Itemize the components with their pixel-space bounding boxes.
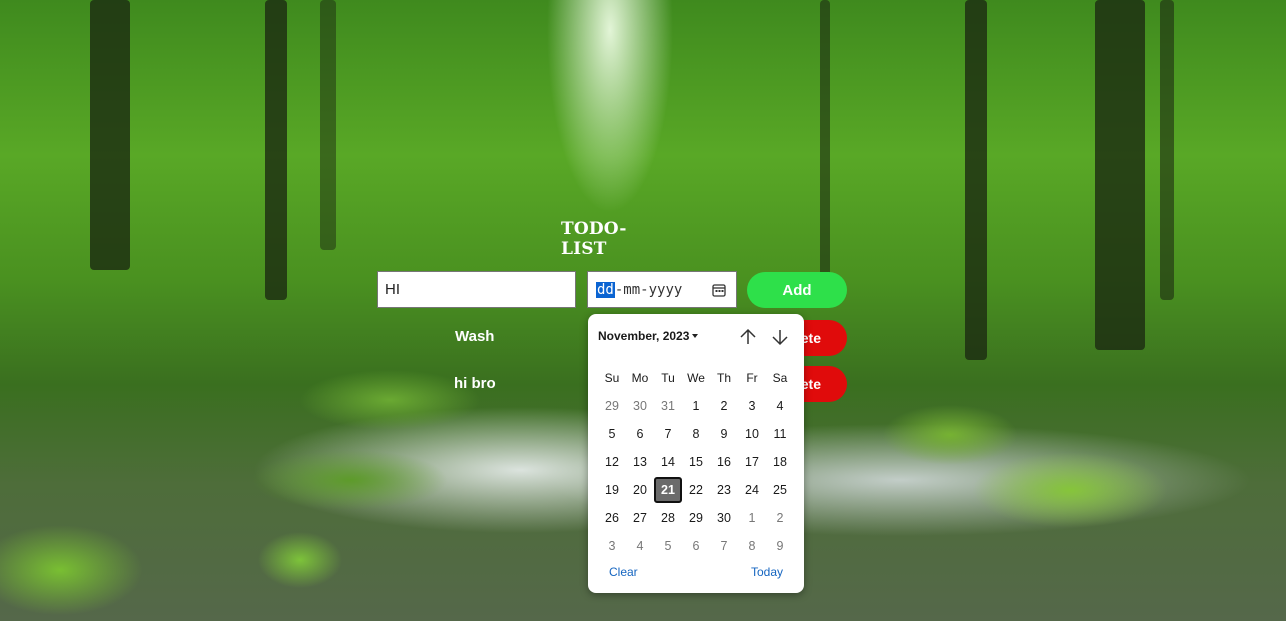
calendar-day[interactable]: 26: [598, 506, 626, 530]
calendar-day[interactable]: 5: [654, 534, 682, 558]
calendar-day[interactable]: 7: [710, 534, 738, 558]
calendar-day[interactable]: 17: [738, 450, 766, 474]
calendar-week-row: 19 20 21 22 23 24 25: [598, 476, 794, 504]
calendar-day-today[interactable]: 21: [654, 477, 682, 503]
calendar-day[interactable]: 30: [626, 394, 654, 418]
weekday-label: Tu: [661, 371, 675, 385]
arrow-down-icon[interactable]: [770, 327, 790, 347]
calendar-day[interactable]: 29: [682, 506, 710, 530]
calendar-grid: Su Mo Tu We Th Fr Sa 29 30 31 1 2 3 4 5 …: [598, 364, 794, 560]
calendar-day[interactable]: 1: [738, 506, 766, 530]
calendar-day[interactable]: 7: [654, 422, 682, 446]
calendar-day[interactable]: 27: [626, 506, 654, 530]
calendar-day[interactable]: 22: [682, 478, 710, 502]
calendar-day[interactable]: 9: [766, 534, 794, 558]
calendar-day[interactable]: 4: [766, 394, 794, 418]
date-separator: -: [614, 281, 624, 298]
weekday-label: Mo: [631, 371, 649, 385]
calendar-day[interactable]: 31: [654, 394, 682, 418]
date-separator: -: [640, 281, 649, 298]
calendar-week-row: 5 6 7 8 9 10 11: [598, 420, 794, 448]
calendar-day[interactable]: 2: [766, 506, 794, 530]
calendar-day[interactable]: 3: [738, 394, 766, 418]
calendar-day[interactable]: 6: [682, 534, 710, 558]
calendar-day[interactable]: 15: [682, 450, 710, 474]
todo-item-name: Wash: [455, 328, 495, 345]
page-title: TODO-LIST: [561, 219, 627, 259]
calendar-day[interactable]: 30: [710, 506, 738, 530]
background-tree: [265, 0, 287, 300]
calendar-day[interactable]: 6: [626, 422, 654, 446]
date-year-segment[interactable]: yyyy: [649, 282, 683, 298]
calendar-day[interactable]: 25: [766, 478, 794, 502]
calendar-day[interactable]: 5: [598, 422, 626, 446]
calendar-day[interactable]: 14: [654, 450, 682, 474]
background-tree: [1095, 0, 1145, 350]
calendar-day[interactable]: 10: [738, 422, 766, 446]
calendar-day[interactable]: 8: [738, 534, 766, 558]
calendar-icon[interactable]: [712, 283, 726, 297]
todo-item-name: hi bro: [454, 375, 496, 392]
weekday-label: Fr: [746, 371, 758, 385]
date-day-segment[interactable]: dd: [596, 281, 615, 298]
calendar-day[interactable]: 23: [710, 478, 738, 502]
calendar-week-row: 3 4 5 6 7 8 9: [598, 532, 794, 560]
calendar-day[interactable]: 2: [710, 394, 738, 418]
calendar-day[interactable]: 4: [626, 534, 654, 558]
weekday-label: Sa: [772, 371, 788, 385]
month-year-selector[interactable]: November, 2023: [598, 329, 699, 343]
calendar-day[interactable]: 16: [710, 450, 738, 474]
clear-button[interactable]: Clear: [609, 565, 638, 579]
background-tree: [1160, 0, 1174, 300]
background-tree: [320, 0, 336, 250]
background-tree: [90, 0, 130, 270]
calendar-day[interactable]: 20: [626, 478, 654, 502]
calendar-day[interactable]: 9: [710, 422, 738, 446]
add-button[interactable]: Add: [747, 272, 847, 308]
calendar-day[interactable]: 18: [766, 450, 794, 474]
month-year-label: November, 2023: [598, 329, 690, 343]
calendar-week-row: 12 13 14 15 16 17 18: [598, 448, 794, 476]
date-input[interactable]: dd - mm - yyyy: [587, 271, 737, 308]
background-tree: [820, 0, 830, 300]
arrow-up-icon[interactable]: [738, 327, 758, 347]
weekday-header-row: Su Mo Tu We Th Fr Sa: [598, 364, 794, 392]
weekday-label: We: [687, 371, 705, 385]
date-picker-popup: November, 2023 Su Mo Tu We Th Fr Sa 29 3…: [588, 314, 804, 593]
background-tree: [965, 0, 987, 360]
calendar-day[interactable]: 11: [766, 422, 794, 446]
weekday-label: Su: [604, 371, 620, 385]
weekday-label: Th: [716, 371, 731, 385]
calendar-day[interactable]: 3: [598, 534, 626, 558]
calendar-day[interactable]: 8: [682, 422, 710, 446]
calendar-day[interactable]: 1: [682, 394, 710, 418]
calendar-week-row: 26 27 28 29 30 1 2: [598, 504, 794, 532]
calendar-day[interactable]: 28: [654, 506, 682, 530]
calendar-week-row: 29 30 31 1 2 3 4: [598, 392, 794, 420]
date-month-segment[interactable]: mm: [623, 282, 640, 298]
calendar-day[interactable]: 24: [738, 478, 766, 502]
calendar-day[interactable]: 19: [598, 478, 626, 502]
calendar-day[interactable]: 13: [626, 450, 654, 474]
today-button[interactable]: Today: [751, 565, 783, 579]
calendar-day[interactable]: 29: [598, 394, 626, 418]
caret-down-icon: [692, 334, 699, 338]
calendar-day[interactable]: 12: [598, 450, 626, 474]
task-input[interactable]: [377, 271, 576, 308]
